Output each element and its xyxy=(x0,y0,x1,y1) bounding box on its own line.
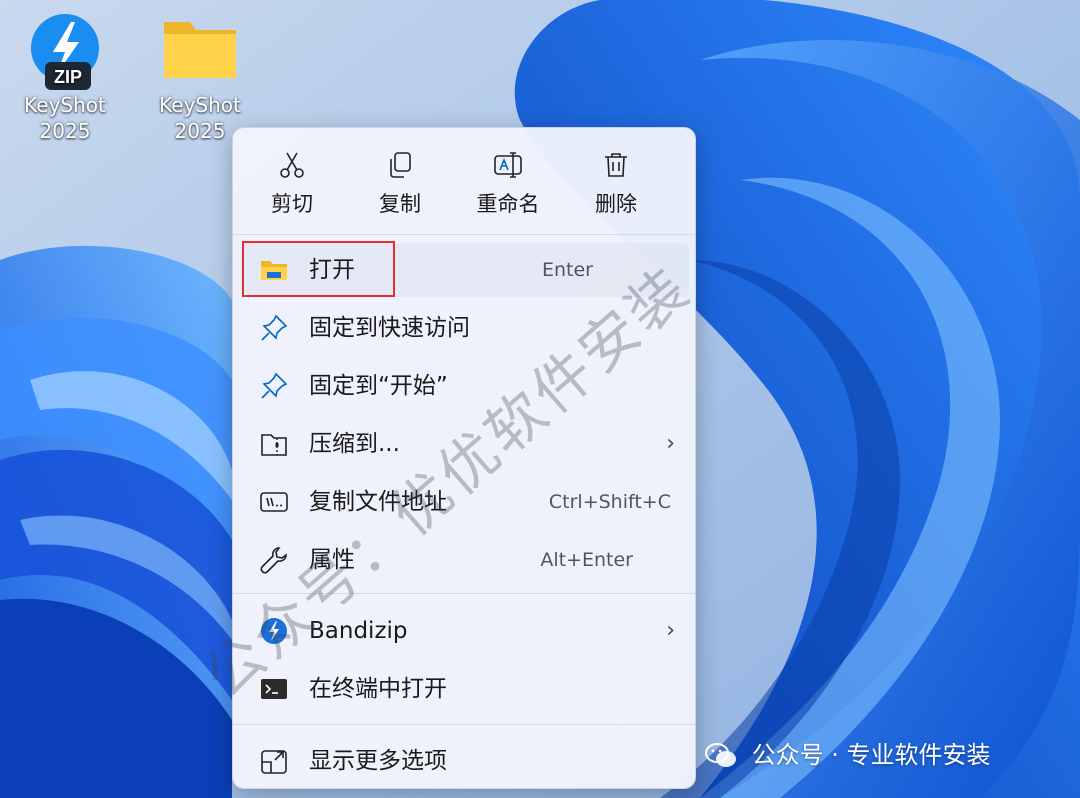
chevron-right-icon: › xyxy=(666,431,675,456)
rename-button[interactable]: 重命名 xyxy=(453,142,563,224)
bandizip-icon xyxy=(261,618,287,644)
delete-label: 删除 xyxy=(595,192,637,216)
terminal-icon xyxy=(261,679,287,699)
menu-item-label: 属性 xyxy=(309,547,355,573)
menu-item-copy-path[interactable]: 复制文件地址 Ctrl+Shift+C xyxy=(241,475,689,529)
desktop-icon-keyshot-zip[interactable]: ZIP KeyShot 2025 xyxy=(15,12,115,144)
menu-item-shortcut: Enter xyxy=(542,259,593,281)
menu-item-shortcut: Ctrl+Shift+C xyxy=(548,491,671,513)
scissors-icon xyxy=(280,152,304,178)
folder-open-icon xyxy=(261,261,287,280)
menu-item-label: 固定到快速访问 xyxy=(309,315,470,341)
menu-item-open-terminal[interactable]: 在终端中打开 xyxy=(241,662,689,716)
delete-button[interactable]: 删除 xyxy=(561,142,671,224)
desktop-icon-label: 2025 xyxy=(39,119,91,143)
menu-item-label: 压缩到... xyxy=(309,431,400,457)
copy-path-icon xyxy=(260,492,288,512)
separator xyxy=(233,593,695,594)
footer-watermark-text: 公众号 · 专业软件安装 xyxy=(751,741,991,769)
menu-item-properties[interactable]: 属性 Alt+Enter xyxy=(241,533,689,587)
zip-folder-icon xyxy=(261,434,287,456)
folder-icon xyxy=(160,12,240,92)
wrench-icon xyxy=(260,547,287,574)
copy-button[interactable]: 复制 xyxy=(345,142,455,224)
menu-item-pin-start[interactable]: 固定到“开始” xyxy=(241,359,689,413)
menu-item-compress-to[interactable]: 压缩到... › xyxy=(241,417,689,471)
menu-item-label: 复制文件地址 xyxy=(309,489,447,515)
desktop-icon-keyshot-folder[interactable]: KeyShot 2025 xyxy=(150,12,250,144)
rename-icon xyxy=(494,152,522,178)
rename-label: 重命名 xyxy=(476,192,540,216)
menu-item-label: 打开 xyxy=(309,257,355,283)
menu-item-label: Bandizip xyxy=(309,618,408,644)
menu-item-pin-quick-access[interactable]: 固定到快速访问 xyxy=(241,301,689,355)
trash-icon xyxy=(605,153,627,177)
pin-icon xyxy=(261,372,288,399)
chevron-right-icon: › xyxy=(666,618,675,643)
copy-label: 复制 xyxy=(379,192,421,216)
menu-item-open[interactable]: 打开 Enter xyxy=(241,243,689,297)
menu-item-label: 在终端中打开 xyxy=(309,676,447,702)
pin-icon xyxy=(261,314,288,341)
bandizip-archive-icon: ZIP xyxy=(25,12,105,92)
context-menu: 剪切 复制 重命名 删除 打开 Enter 固定到快速访问 固定到“开始” 压缩… xyxy=(232,127,696,789)
desktop-icon-label: KeyShot xyxy=(24,93,106,117)
more-options-icon xyxy=(261,750,287,774)
desktop: ZIP KeyShot 2025 KeyShot 2025 剪切 复制 重命名 … xyxy=(0,0,1080,798)
cut-label: 剪切 xyxy=(271,192,313,216)
wechat-icon xyxy=(705,743,736,767)
menu-item-shortcut: Alt+Enter xyxy=(540,549,633,571)
menu-item-show-more-options[interactable]: 显示更多选项 xyxy=(241,734,689,788)
separator xyxy=(233,234,695,235)
menu-item-label: 固定到“开始” xyxy=(309,373,448,399)
desktop-icon-label: KeyShot xyxy=(159,93,241,117)
footer-watermark: 公众号 · 专业软件安装 xyxy=(704,735,991,775)
menu-item-bandizip[interactable]: Bandizip › xyxy=(241,604,689,658)
menu-item-label: 显示更多选项 xyxy=(309,748,447,774)
separator xyxy=(233,724,695,725)
copy-icon xyxy=(390,152,411,178)
quick-actions-row: 剪切 复制 重命名 删除 xyxy=(233,128,697,232)
cut-button[interactable]: 剪切 xyxy=(237,142,347,224)
zip-badge-text: ZIP xyxy=(54,67,82,87)
